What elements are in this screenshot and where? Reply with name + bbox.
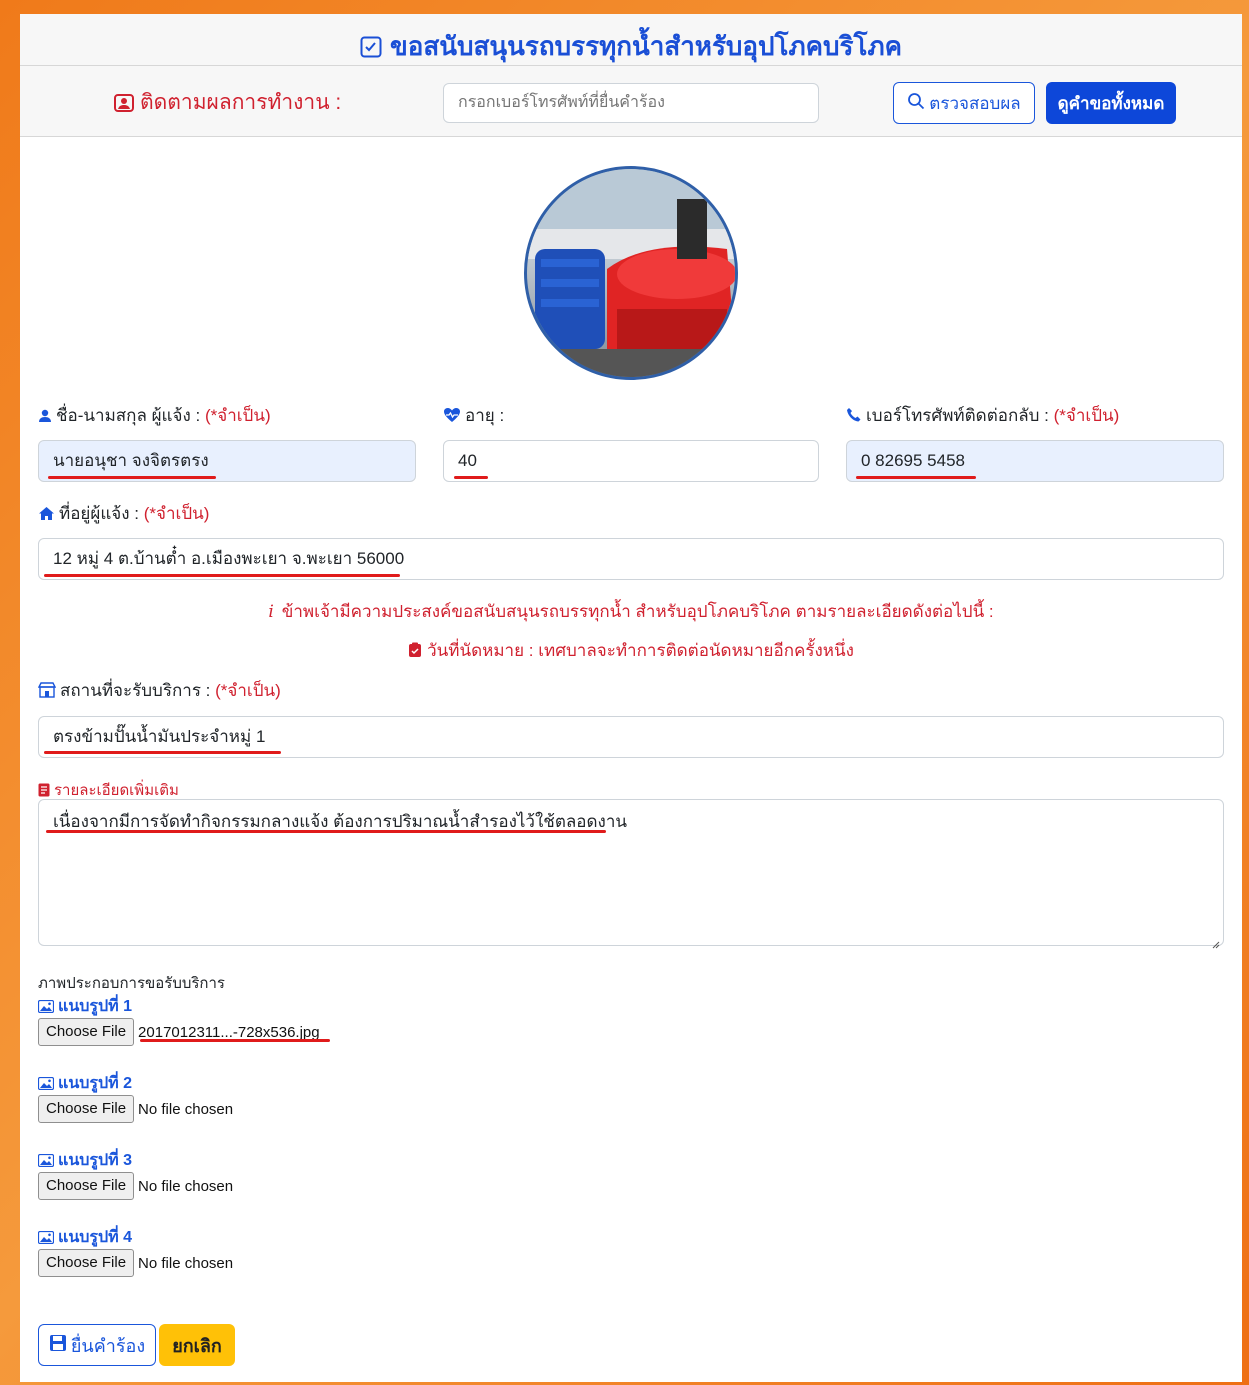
attachment-1-input[interactable]: Choose File 2017012311...-728x536.jpg: [38, 1017, 320, 1047]
age-input[interactable]: 40: [443, 440, 819, 482]
intent-notice: i ข้าพเจ้ามีความประสงค์ขอสนับสนุนรถบรรทุก…: [268, 602, 994, 622]
file-name: No file chosen: [138, 1100, 234, 1118]
submit-request-button[interactable]: ยื่นคำร้อง: [38, 1324, 156, 1366]
attachment-2-input[interactable]: Choose File No file chosen: [38, 1094, 233, 1124]
phone-label: เบอร์โทรศัพท์ติดต่อกลับ : (*จำเป็น): [846, 402, 1119, 429]
attachment-1-title: แนบรูปที่ 1: [37, 994, 132, 1019]
clipboard-icon: [408, 642, 422, 663]
location-underline: [44, 751, 281, 754]
image-icon: [37, 1230, 55, 1249]
page-title: ขอสนับสนุนรถบรรทุกน้ำสำหรับอุปโภคบริโภค: [20, 26, 1242, 67]
attachments-caption: ภาพประกอบการขอรับบริการ: [38, 975, 225, 992]
choose-file-button[interactable]: Choose File: [38, 1172, 135, 1200]
attachment-4-title: แนบรูปที่ 4: [37, 1225, 132, 1250]
home-icon: [38, 506, 55, 526]
header-divider: [20, 65, 1242, 66]
resize-grip-icon[interactable]: [1212, 934, 1220, 949]
checklist-icon: [360, 34, 382, 65]
details-textarea[interactable]: เนื่องจากมีการจัดทำกิจกรรมกลางแจ้ง ต้องก…: [38, 799, 1224, 949]
attachment-2-title: แนบรูปที่ 2: [37, 1071, 132, 1096]
cancel-button[interactable]: ยกเลิก: [159, 1324, 235, 1366]
track-label: ติดตามผลการทำงาน :: [114, 86, 341, 119]
track-phone-input[interactable]: [443, 83, 819, 123]
view-all-requests-button[interactable]: ดูคำขอทั้งหมด: [1046, 82, 1176, 124]
file-name: No file chosen: [138, 1254, 234, 1272]
name-label: ชื่อ-นามสกุล ผู้แจ้ง : (*จำเป็น): [38, 402, 271, 429]
phone-icon: [846, 407, 862, 428]
name-underline: [48, 476, 216, 479]
choose-file-button[interactable]: Choose File: [38, 1095, 135, 1123]
store-icon: [37, 682, 57, 703]
file-name: 2017012311...-728x536.jpg: [138, 1023, 320, 1041]
person-card-icon: [114, 94, 134, 118]
age-label: อายุ :: [443, 402, 504, 429]
save-icon: [49, 1334, 67, 1357]
attachment-4-input[interactable]: Choose File No file chosen: [38, 1248, 233, 1278]
user-icon: [38, 408, 52, 428]
phone-underline: [856, 476, 976, 479]
appointment-notice: วันที่นัดหมาย : เทศบาลจะทำการติดต่อนัดหม…: [20, 637, 1242, 664]
info-icon: i: [268, 602, 274, 622]
attachment-3-title: แนบรูปที่ 3: [37, 1148, 132, 1173]
address-underline: [44, 574, 400, 577]
file-1-underline: [140, 1039, 330, 1042]
file-name: No file chosen: [138, 1177, 234, 1195]
image-icon: [37, 1153, 55, 1172]
choose-file-button[interactable]: Choose File: [38, 1018, 135, 1046]
choose-file-button[interactable]: Choose File: [38, 1249, 135, 1277]
heart-pulse-icon: [443, 407, 461, 428]
check-result-button[interactable]: ตรวจสอบผล: [893, 82, 1035, 124]
water-truck-image: [524, 166, 738, 380]
card-header: ขอสนับสนุนรถบรรทุกน้ำสำหรับอุปโภคบริโภค …: [20, 14, 1242, 137]
attachment-3-input[interactable]: Choose File No file chosen: [38, 1171, 233, 1201]
location-label: สถานที่จะรับบริการ : (*จำเป็น): [37, 677, 281, 704]
image-icon: [37, 1076, 55, 1095]
search-icon: [907, 92, 925, 115]
address-label: ที่อยู่ผู้แจ้ง : (*จำเป็น): [38, 500, 209, 527]
details-underline: [46, 830, 606, 833]
image-icon: [37, 999, 55, 1018]
age-underline: [454, 476, 488, 479]
request-form-card: ขอสนับสนุนรถบรรทุกน้ำสำหรับอุปโภคบริโภค …: [20, 14, 1242, 1382]
